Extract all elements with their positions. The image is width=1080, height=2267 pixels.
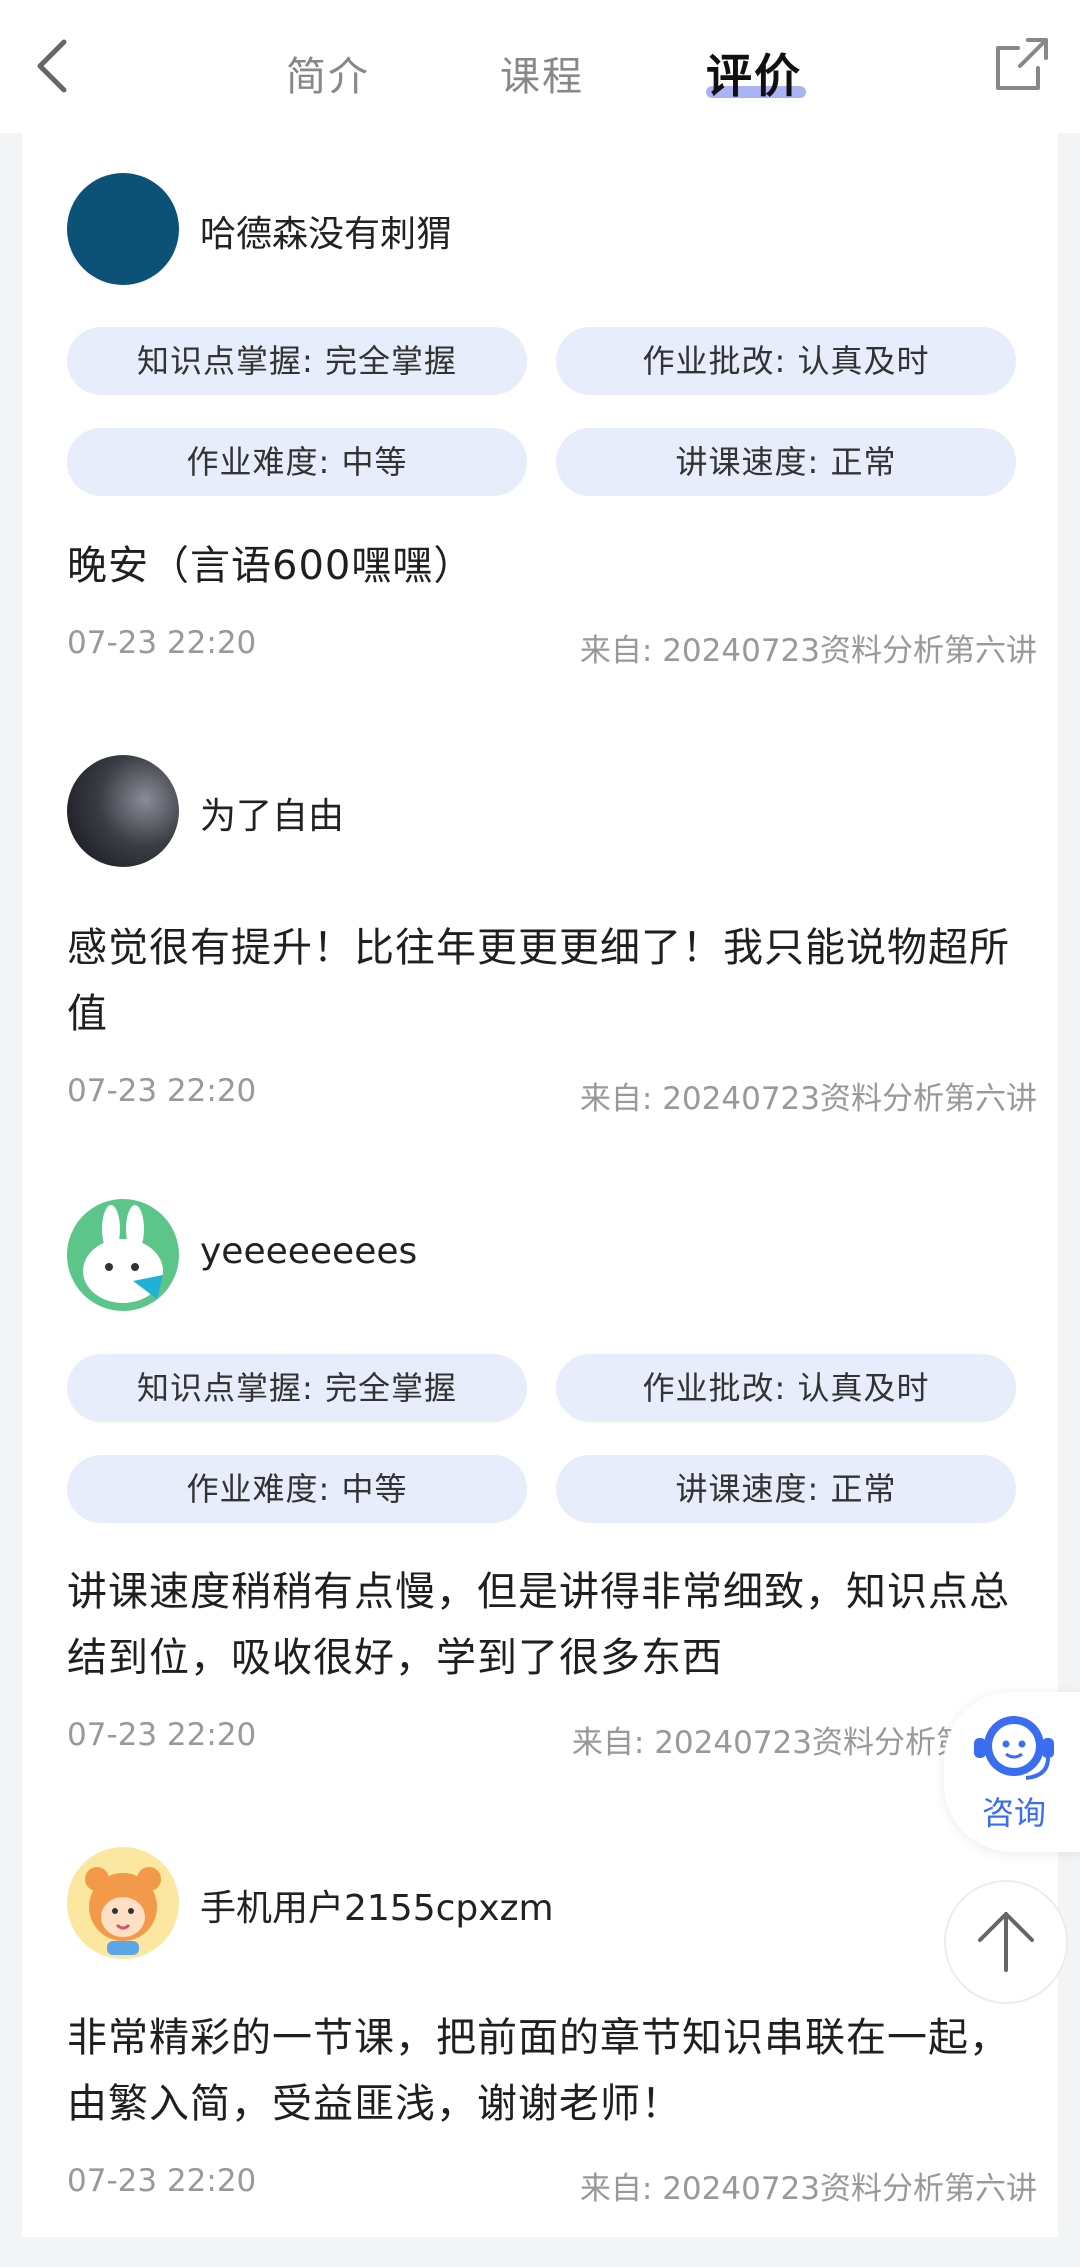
review-source: 来自: 20240723资料分析第六讲 [579, 633, 1037, 669]
avatar[interactable] [67, 1199, 179, 1311]
review-time: 07-23 22:20 [67, 1717, 257, 1753]
username: 哈德森没有刺猬 [200, 214, 453, 255]
review-source: 来自: 20240723资料分析第 [571, 1725, 967, 1761]
review-user: 哈德森没有刺猬 [67, 173, 967, 285]
customer-service-icon [974, 1716, 1054, 1780]
review-tag: 讲课速度: 正常 [556, 428, 1016, 496]
tiger-avatar-icon [85, 1867, 161, 1955]
arrow-up-icon [978, 1912, 1034, 1972]
consult-label: 咨询 [981, 1794, 1046, 1832]
review-source: 来自: 20240723资料分析第六讲 [579, 1081, 1037, 1117]
consult-button[interactable]: 咨询 [944, 1692, 1080, 1852]
username: 手机用户2155cpxzm [200, 1888, 554, 1929]
review-tag: 作业批改: 认真及时 [556, 1354, 1016, 1422]
review-tag: 作业批改: 认真及时 [556, 327, 1016, 395]
review-source: 来自: 20240723资料分析第六讲 [579, 2171, 1037, 2207]
review-item: 手机用户2155cpxzm 非常精彩的一节课，把前面的章节知识串联在一起，由繁入… [67, 1847, 1037, 2267]
chevron-left-icon[interactable] [30, 36, 76, 96]
share-icon[interactable] [992, 34, 1052, 94]
review-user: 手机用户2155cpxzm [67, 1847, 967, 1959]
rabbit-avatar-icon [83, 1205, 163, 1303]
username: 为了自由 [200, 796, 345, 837]
tab-intro[interactable]: 简介 [286, 44, 370, 102]
review-list: 哈德森没有刺猬 知识点掌握: 完全掌握 作业批改: 认真及时 作业难度: 中等 … [22, 133, 1058, 2237]
review-tag: 作业难度: 中等 [67, 428, 527, 496]
back-to-top-button[interactable] [944, 1880, 1068, 2004]
review-content: 非常精彩的一节课，把前面的章节知识串联在一起，由繁入简，受益匪浅，谢谢老师！ [67, 2015, 1010, 2127]
review-tag: 作业难度: 中等 [67, 1455, 527, 1523]
avatar[interactable] [67, 1847, 179, 1959]
review-tag: 知识点掌握: 完全掌握 [67, 1354, 527, 1422]
avatar[interactable] [67, 755, 179, 867]
review-time: 07-23 22:20 [67, 2163, 257, 2199]
tab-reviews[interactable]: 评价 [706, 40, 802, 106]
avatar[interactable] [67, 173, 179, 285]
review-content: 晚安（言语600嘿嘿） [67, 543, 475, 589]
review-user: 为了自由 [67, 755, 967, 867]
review-item: 哈德森没有刺猬 知识点掌握: 完全掌握 作业批改: 认真及时 作业难度: 中等 … [67, 173, 1037, 693]
review-user: yeeeeeeees [67, 1199, 967, 1311]
username: yeeeeeeees [200, 1231, 418, 1272]
review-tag: 知识点掌握: 完全掌握 [67, 327, 527, 395]
review-tag: 讲课速度: 正常 [556, 1455, 1016, 1523]
review-item: 为了自由 感觉很有提升！比往年更更更细了！我只能说物超所值 07-23 22:2… [67, 755, 1037, 1175]
review-content: 讲课速度稍稍有点慢，但是讲得非常细致，知识点总结到位，吸收很好，学到了很多东西 [67, 1569, 1010, 1681]
review-time: 07-23 22:20 [67, 1073, 257, 1109]
review-item: yeeeeeeees 知识点掌握: 完全掌握 作业批改: 认真及时 作业难度: … [67, 1199, 1037, 1799]
top-nav-bar: 简介 课程 评价 [0, 0, 1080, 133]
review-content: 感觉很有提升！比往年更更更细了！我只能说物超所值 [67, 925, 1010, 1037]
review-time: 07-23 22:20 [67, 625, 257, 661]
tab-course[interactable]: 课程 [500, 44, 584, 102]
